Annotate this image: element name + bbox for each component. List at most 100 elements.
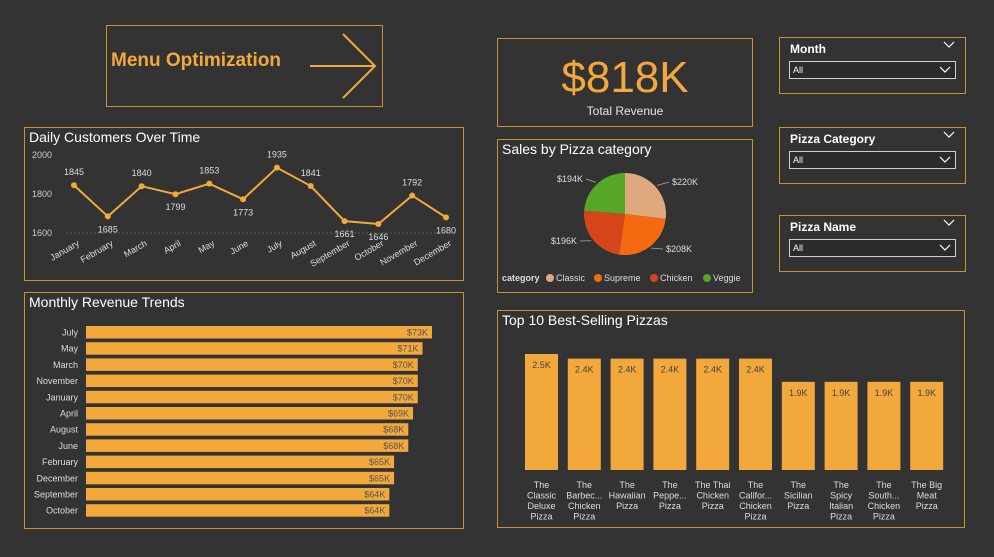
- data-point: [240, 196, 247, 203]
- category-label: Pizza: [659, 501, 681, 511]
- data-point: [138, 183, 145, 190]
- legend-label: Supreme: [604, 273, 641, 283]
- category-label: The Thai: [695, 480, 730, 490]
- pie-slice: [584, 210, 625, 255]
- title-card: Menu Optimization: [106, 25, 383, 107]
- pizza-category-dropdown[interactable]: All: [789, 151, 956, 169]
- category-label: Classic: [527, 491, 557, 501]
- category-label: The: [876, 480, 892, 490]
- chevron-down-icon: [939, 244, 951, 251]
- category-label: Pizza: [830, 512, 852, 522]
- category-label: The: [577, 480, 593, 490]
- bar: [653, 358, 687, 470]
- category-label: The: [748, 480, 764, 490]
- category-label: November: [36, 376, 78, 386]
- dropdown-value: All: [793, 243, 804, 253]
- bar-value-label: 2.4K: [661, 365, 680, 375]
- slicer-title: Month: [790, 42, 826, 56]
- category-label: January: [46, 392, 79, 402]
- legend-label: Veggie: [713, 273, 741, 283]
- chevron-down-icon[interactable]: [943, 219, 955, 227]
- x-tick-label: July: [265, 238, 284, 255]
- category-label: Pizza: [616, 501, 638, 511]
- bar: [86, 471, 395, 485]
- category-label: October: [46, 506, 78, 516]
- category-label: April: [60, 409, 78, 419]
- category-label: Pizza: [744, 512, 766, 522]
- bar: [525, 354, 558, 470]
- category-label: Pizza: [916, 501, 938, 511]
- category-label: The: [534, 480, 550, 490]
- category-label: July: [62, 328, 79, 338]
- bar: [86, 374, 418, 388]
- month-dropdown[interactable]: All: [789, 61, 956, 79]
- bar-value-label: 1.9K: [789, 388, 808, 398]
- data-point: [341, 218, 348, 225]
- legend-marker: [546, 274, 554, 282]
- slicer-pizza-name: Pizza Name All: [779, 215, 966, 272]
- category-label: December: [36, 473, 78, 483]
- category-label: Chicken: [696, 491, 729, 501]
- chevron-down-icon[interactable]: [943, 41, 955, 49]
- x-tick-label: June: [228, 238, 250, 256]
- bar-value-label: 1.9K: [917, 388, 936, 398]
- pizza-name-dropdown[interactable]: All: [789, 239, 956, 257]
- bar-chart-svg: July $73K May $71K March $70K November $70K Janu…: [34, 326, 432, 517]
- sales-by-category-chart: Sales by Pizza category $220K $208K $196K $…: [497, 139, 753, 293]
- bar: [86, 390, 418, 404]
- x-tick-label: January: [48, 238, 81, 263]
- bar-value-label: $70K: [393, 392, 414, 402]
- category-label: Chicken: [868, 501, 901, 511]
- category-label: Peppe...: [653, 491, 687, 501]
- bar-value-label: 2.4K: [703, 365, 722, 375]
- bar: [86, 342, 423, 355]
- kpi-label: Total Revenue: [586, 104, 664, 118]
- bar: [86, 423, 409, 436]
- bar-value-label: $64K: [364, 506, 385, 516]
- leader-line: [585, 178, 596, 183]
- x-tick-label: December: [412, 238, 453, 267]
- slicer-title: Pizza Category: [790, 132, 876, 146]
- data-point: [71, 182, 77, 189]
- dropdown-value: All: [793, 65, 804, 75]
- bar: [86, 358, 418, 371]
- category-label: The: [833, 480, 849, 490]
- bar-value-label: 2.5K: [532, 360, 551, 370]
- category-label: Deluxe: [527, 501, 555, 511]
- chevron-down-icon: [939, 66, 951, 73]
- bar-value-label: $65K: [369, 473, 390, 483]
- bar-value-label: 2.4K: [618, 365, 637, 375]
- x-tick-label: February: [79, 238, 116, 265]
- category-label: Pizza: [873, 512, 895, 522]
- slicer-pizza-category: Pizza Category All: [779, 127, 966, 184]
- slice-label: $208K: [666, 244, 692, 254]
- x-tick-label: March: [122, 238, 149, 259]
- bar: [86, 326, 432, 339]
- category-label: Chicken: [739, 501, 772, 511]
- bar: [696, 358, 730, 470]
- category-label: South...: [868, 491, 899, 501]
- x-tick-label: May: [197, 238, 217, 255]
- slicer-title: Pizza Name: [790, 220, 857, 234]
- bar-value-label: $70K: [393, 376, 414, 386]
- chevron-down-icon[interactable]: [943, 131, 955, 139]
- data-point: [409, 192, 416, 199]
- bar: [567, 358, 601, 470]
- category-label: September: [34, 490, 78, 500]
- slice-label: $194K: [557, 174, 583, 184]
- data-point: [206, 180, 213, 187]
- pie-slice: [625, 173, 666, 219]
- category-label: August: [50, 425, 79, 435]
- category-label: February: [42, 457, 79, 467]
- kpi-card: $818K Total Revenue: [497, 38, 753, 127]
- category-label: Pizza: [702, 501, 724, 511]
- bar-value-label: $68K: [383, 441, 404, 451]
- slice-label: $196K: [551, 236, 577, 246]
- slice-label: $220K: [672, 177, 698, 187]
- data-label: 1773: [233, 207, 253, 217]
- legend-title: category: [502, 273, 540, 283]
- bar-value-label: $69K: [388, 409, 409, 419]
- x-tick-label: November: [378, 238, 419, 267]
- bar: [86, 504, 390, 517]
- daily-customers-chart: Daily Customers Over Time 1600 1800 2000 18…: [24, 127, 464, 281]
